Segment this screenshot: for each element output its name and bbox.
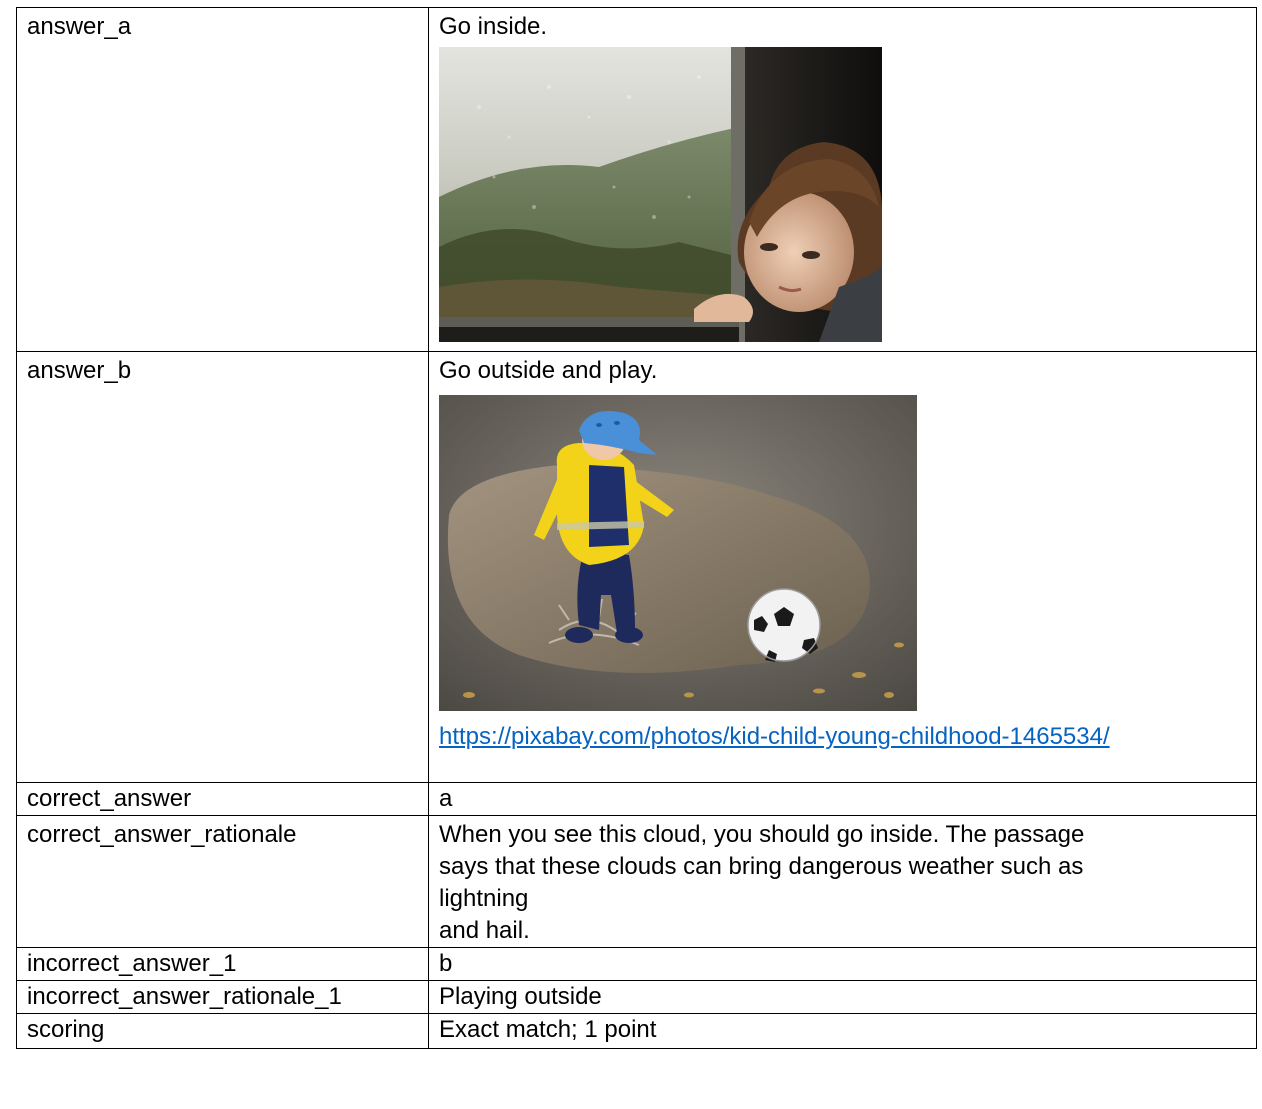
table-row-incorrect-answer-rationale-1: incorrect_answer_rationale_1 Playing out…	[16, 980, 1257, 1014]
row-key-scoring: scoring	[27, 1016, 105, 1043]
table-row-correct-answer-rationale: correct_answer_rationale When you see th…	[16, 815, 1257, 948]
item-metadata-table: answer_a Go inside. answer_b Go outside …	[16, 7, 1257, 1049]
table-row-answer-a: answer_a Go inside.	[16, 7, 1257, 352]
child-at-rainy-window-photo	[439, 47, 882, 342]
row-value-cell: When you see this cloud, you should go i…	[428, 815, 1257, 948]
row-value-cell: Playing outside	[428, 980, 1257, 1014]
row-value-cell: Go inside.	[428, 7, 1257, 352]
row-value-cell: b	[428, 947, 1257, 981]
incorrect-answer-rationale-1-value: Playing outside	[439, 983, 602, 1010]
row-key-cell: answer_a	[16, 7, 429, 352]
row-value-cell: a	[428, 782, 1257, 816]
rationale-line: When you see this cloud, you should go i…	[439, 821, 1085, 848]
row-value-cell: Exact match; 1 point	[428, 1013, 1257, 1049]
row-value-cell: Go outside and play. https://pixabay.com…	[428, 351, 1257, 783]
table-row-correct-answer: correct_answer a	[16, 782, 1257, 816]
row-key-correct-answer-rationale: correct_answer_rationale	[27, 821, 297, 848]
child-kicking-ball-in-puddle-photo	[439, 395, 917, 711]
correct-answer-value: a	[439, 785, 453, 812]
scoring-value: Exact match; 1 point	[439, 1016, 657, 1043]
answer-b-text: Go outside and play.	[439, 357, 658, 384]
row-key-answer-b: answer_b	[27, 357, 132, 384]
rationale-line: lightning	[439, 885, 529, 912]
row-key-cell: correct_answer	[16, 782, 429, 816]
incorrect-answer-1-value: b	[439, 950, 453, 977]
row-key-cell: incorrect_answer_rationale_1	[16, 980, 429, 1014]
row-key-incorrect-answer-1: incorrect_answer_1	[27, 950, 237, 977]
image-source-link[interactable]: https://pixabay.com/photos/kid-child-you…	[439, 719, 1159, 755]
row-key-correct-answer: correct_answer	[27, 785, 192, 812]
row-key-cell: correct_answer_rationale	[16, 815, 429, 948]
row-key-incorrect-answer-rationale-1: incorrect_answer_rationale_1	[27, 983, 342, 1010]
table-row-answer-b: answer_b Go outside and play. https://pi…	[16, 351, 1257, 783]
answer-a-text: Go inside.	[439, 13, 548, 40]
rationale-line: and hail.	[439, 917, 530, 944]
row-key-answer-a: answer_a	[27, 13, 132, 40]
row-key-cell: incorrect_answer_1	[16, 947, 429, 981]
table-row-scoring: scoring Exact match; 1 point	[16, 1013, 1257, 1049]
rationale-line: says that these clouds can bring dangero…	[439, 853, 1084, 880]
table-row-incorrect-answer-1: incorrect_answer_1 b	[16, 947, 1257, 981]
row-key-cell: scoring	[16, 1013, 429, 1049]
row-key-cell: answer_b	[16, 351, 429, 783]
